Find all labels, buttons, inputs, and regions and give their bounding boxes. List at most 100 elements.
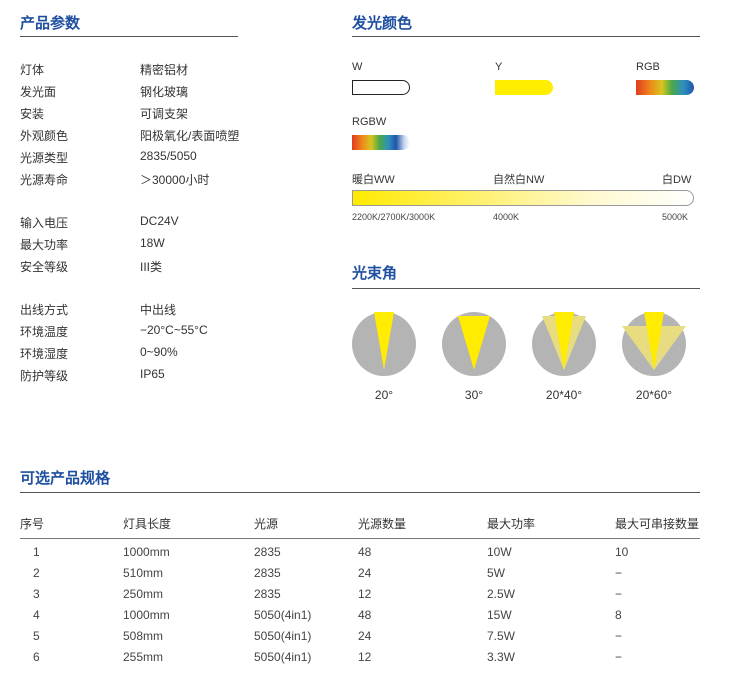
cell: − — [615, 650, 623, 664]
cct-label-dw: 白DW — [662, 174, 692, 186]
param-value: 阳极氧化/表面喷塑 — [140, 129, 240, 143]
cct-label-ww: 暖白WW — [352, 174, 395, 186]
cct-temp-warm: 2200K/2700K/3000K — [352, 212, 436, 222]
param-value: III类 — [140, 260, 163, 274]
cell: 5W — [487, 566, 505, 580]
param-label: 外观颜色 — [20, 129, 69, 143]
beam-label: 20*40° — [545, 388, 583, 402]
cell: 255mm — [123, 650, 164, 664]
param-value: 0~90% — [140, 345, 178, 359]
beam-label: 20*60° — [635, 388, 673, 402]
color-label-w: W — [352, 61, 363, 73]
cell: 250mm — [123, 587, 164, 601]
color-label-rgb: RGB — [636, 61, 660, 73]
cct-temp-cool: 5000K — [662, 212, 689, 222]
beam-label: 20° — [374, 388, 394, 402]
cell: 2835 — [254, 566, 281, 580]
column-header: 光源 — [254, 517, 279, 531]
cell: 3 — [33, 587, 40, 601]
beam-20x60-icon — [622, 312, 686, 376]
param-value: ＞30000小时 — [140, 173, 210, 187]
cell: 48 — [358, 545, 372, 559]
param-label: 输入电压 — [20, 216, 69, 230]
param-label: 光源类型 — [20, 151, 69, 165]
cell: 5050(4in1) — [254, 650, 312, 664]
cell: 1000mm — [123, 608, 170, 622]
param-label: 出线方式 — [20, 303, 69, 317]
cell: − — [615, 587, 623, 601]
cell: 5050(4in1) — [254, 608, 312, 622]
cell: 5 — [33, 629, 40, 643]
cell: 12 — [358, 650, 372, 664]
column-header: 序号 — [20, 517, 45, 531]
beam-20x40-icon — [532, 312, 596, 376]
beam-label: 30° — [464, 388, 484, 402]
param-value: 中出线 — [140, 303, 177, 317]
param-label: 防护等级 — [20, 369, 69, 383]
colors-divider — [352, 36, 700, 37]
cell: 5050(4in1) — [254, 629, 312, 643]
param-label: 最大功率 — [20, 238, 69, 252]
cell: 10W — [487, 545, 512, 559]
cell: 510mm — [123, 566, 164, 580]
colors-title: 发光颜色 — [352, 15, 413, 32]
params-title: 产品参数 — [20, 15, 81, 32]
cell: 1 — [33, 545, 40, 559]
swatch-w — [352, 80, 410, 95]
param-value: 18W — [140, 236, 165, 250]
cell: 12 — [358, 587, 372, 601]
cell: − — [615, 629, 623, 643]
param-label: 发光面 — [20, 85, 57, 99]
param-label: 灯体 — [20, 63, 45, 77]
swatch-y — [495, 80, 553, 95]
cell: 6 — [33, 650, 40, 664]
column-header: 最大可串接数量 — [615, 517, 700, 531]
params-divider — [20, 36, 238, 37]
cell: 24 — [358, 566, 372, 580]
param-value: −20°C~55°C — [140, 323, 208, 337]
color-label-rgbw: RGBW — [352, 116, 387, 128]
cell: 2835 — [254, 587, 281, 601]
cell: 3.3W — [487, 650, 516, 664]
param-value: 可调支架 — [140, 107, 189, 121]
cell: 4 — [33, 608, 40, 622]
param-label: 环境湿度 — [20, 347, 69, 361]
cell: 1000mm — [123, 545, 170, 559]
param-value: DC24V — [140, 214, 179, 228]
cell: 2835 — [254, 545, 281, 559]
spec-divider — [20, 492, 700, 493]
cell: − — [615, 566, 623, 580]
beam-divider — [352, 288, 700, 289]
swatch-rgb — [636, 80, 694, 95]
spec-title: 可选产品规格 — [20, 470, 111, 487]
beam-title: 光束角 — [352, 265, 398, 282]
param-value: 钢化玻璃 — [140, 85, 189, 99]
color-label-y: Y — [495, 61, 503, 73]
cct-temp-neutral: 4000K — [493, 212, 520, 222]
cct-label-nw: 自然白NW — [493, 174, 545, 186]
cell: 7.5W — [487, 629, 516, 643]
param-value: 精密铝材 — [140, 63, 189, 77]
param-value: IP65 — [140, 367, 165, 381]
column-header: 灯具长度 — [123, 517, 172, 531]
param-label: 环境温度 — [20, 325, 69, 339]
table-header-divider — [20, 538, 700, 539]
cell: 2 — [33, 566, 40, 580]
cell: 10 — [615, 545, 629, 559]
column-header: 光源数量 — [358, 517, 407, 531]
beam-30-icon — [442, 312, 506, 376]
cell: 2.5W — [487, 587, 516, 601]
param-label: 安装 — [20, 107, 45, 121]
param-label: 光源寿命 — [20, 173, 69, 187]
swatch-rgbw — [352, 135, 410, 150]
column-header: 最大功率 — [487, 517, 536, 531]
cell: 48 — [358, 608, 372, 622]
cell: 15W — [487, 608, 512, 622]
param-label: 安全等级 — [20, 260, 69, 274]
cell: 508mm — [123, 629, 164, 643]
cct-gradient-bar — [352, 190, 694, 206]
cell: 24 — [358, 629, 372, 643]
param-value: 2835/5050 — [140, 149, 197, 163]
cell: 8 — [615, 608, 622, 622]
beam-20-icon — [352, 312, 416, 376]
